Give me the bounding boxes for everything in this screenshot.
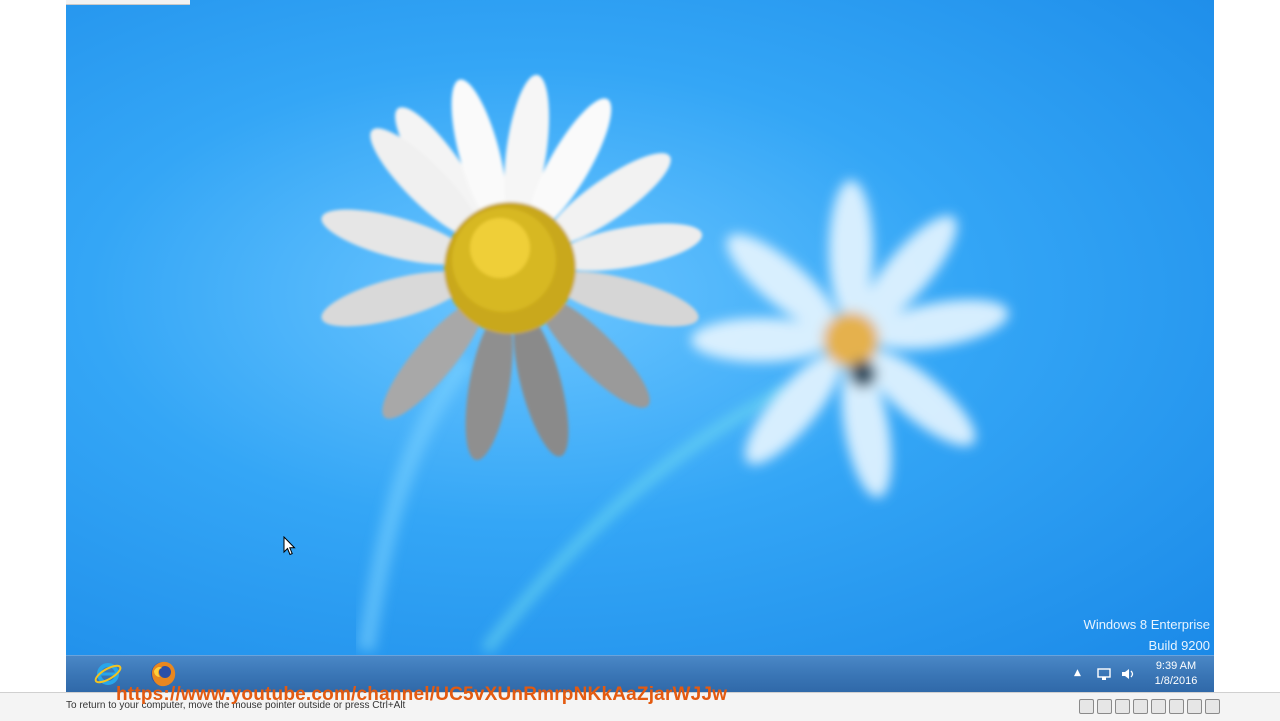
fullscreen-icon[interactable] [1205, 699, 1220, 714]
usb-icon[interactable] [1133, 699, 1148, 714]
windows-watermark: Windows 8 Enterprise Build 9200 [1084, 614, 1210, 656]
display-icon[interactable] [1187, 699, 1202, 714]
volume-icon[interactable] [1120, 666, 1136, 682]
audio-icon[interactable] [1169, 699, 1184, 714]
hard-disk-icon[interactable] [1079, 699, 1094, 714]
channel-url-overlay: https://www.youtube.com/channel/UC5vXUnR… [116, 684, 728, 705]
daisy-wallpaper [321, 74, 1009, 654]
watermark-build: Build 9200 [1148, 638, 1210, 653]
printer-icon[interactable] [1151, 699, 1166, 714]
desktop[interactable]: Windows 8 Enterprise Build 9200 [66, 0, 1214, 655]
clock-time: 9:39 AM [1155, 660, 1197, 672]
clock-date: 1/8/2016 [1154, 675, 1198, 687]
watermark-edition: Windows 8 Enterprise [1083, 617, 1210, 632]
mouse-pointer-icon [283, 536, 296, 556]
network-adapter-icon[interactable] [1115, 699, 1130, 714]
show-hidden-icons-chevron[interactable]: ▲ [1074, 668, 1081, 678]
vm-screen[interactable]: Windows 8 Enterprise Build 9200 ▲ 9:39 A… [66, 0, 1214, 692]
network-icon[interactable] [1096, 666, 1112, 682]
taskbar-clock[interactable]: 9:39 AM 1/8/2016 [1140, 659, 1212, 689]
vm-device-icons [1079, 699, 1220, 715]
vm-window: Windows 8 Enterprise Build 9200 ▲ 9:39 A… [0, 0, 1280, 721]
system-tray: ▲ 9:39 AM 1/8/2016 [1064, 656, 1214, 692]
cd-icon[interactable] [1097, 699, 1112, 714]
